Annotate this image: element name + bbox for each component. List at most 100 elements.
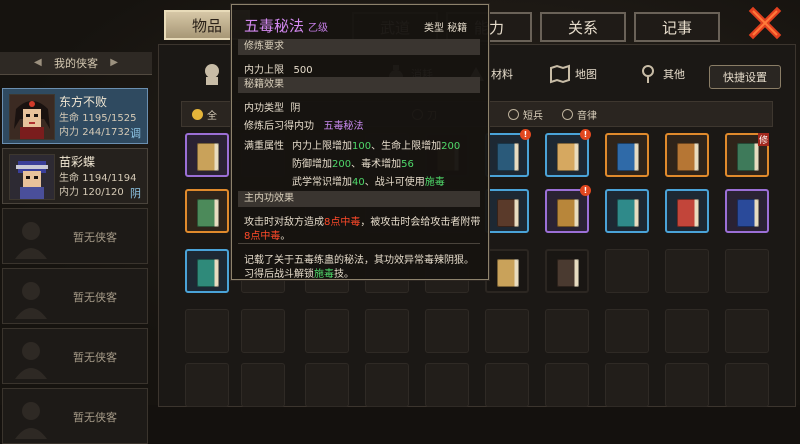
chevron-right-icon: ▶ xyxy=(110,57,118,68)
item-slot[interactable] xyxy=(185,363,229,407)
requirement-row: 内力上限 500 xyxy=(244,65,313,76)
training-badge: 修 xyxy=(757,133,769,146)
book-icon xyxy=(197,259,219,287)
item-slot[interactable] xyxy=(185,133,229,177)
filter-short-weapon[interactable]: 短兵 xyxy=(508,107,543,122)
item-slot[interactable] xyxy=(365,363,409,407)
book-icon xyxy=(557,199,579,227)
book-icon xyxy=(677,143,699,171)
item-slot[interactable] xyxy=(241,309,285,353)
empty-slot-label: 暂无侠客 xyxy=(73,411,117,424)
item-slot[interactable] xyxy=(365,309,409,353)
filter-music[interactable]: 音律 xyxy=(562,107,597,122)
item-slot[interactable] xyxy=(305,309,349,353)
book-icon xyxy=(497,143,519,171)
hero-tag: 阴 xyxy=(130,187,141,200)
book-icon xyxy=(557,143,579,171)
item-slot[interactable] xyxy=(725,249,769,293)
filter-all[interactable]: 全 xyxy=(192,107,217,122)
item-slot[interactable] xyxy=(485,309,529,353)
item-slot[interactable] xyxy=(725,363,769,407)
item-slot[interactable] xyxy=(665,249,709,293)
tooltip-title: 五毒秘法 乙级 xyxy=(244,17,329,35)
radio-dot xyxy=(192,109,203,120)
hero-card-1[interactable]: 东方不败 生命 1195/1525 内力 244/1732 调 xyxy=(2,88,148,144)
item-slot[interactable] xyxy=(305,363,349,407)
inner-effect-line2: 8点中毒。 xyxy=(244,231,291,242)
book-icon xyxy=(557,259,579,287)
new-item-badge: ! xyxy=(580,129,591,140)
item-slot[interactable] xyxy=(185,249,229,293)
hero-mp: 内力 244/1732 xyxy=(59,127,131,138)
empty-hero-slot[interactable]: 暂无侠客 xyxy=(2,208,148,264)
item-slot[interactable] xyxy=(665,309,709,353)
person-silhouette-icon xyxy=(15,282,47,319)
item-slot[interactable] xyxy=(241,363,285,407)
item-slot[interactable] xyxy=(605,309,649,353)
item-slot[interactable] xyxy=(605,133,649,177)
section-effects: 秘籍效果 xyxy=(238,77,480,93)
empty-hero-slot[interactable]: 暂无侠客 xyxy=(2,388,148,444)
hero-portrait-icon xyxy=(9,154,55,200)
item-slot[interactable] xyxy=(605,189,649,233)
section-requirements: 修炼要求 xyxy=(238,39,480,55)
book-icon xyxy=(737,199,759,227)
other-items-icon xyxy=(642,65,654,83)
chevron-left-icon: ◀ xyxy=(34,57,42,68)
book-icon xyxy=(497,199,519,227)
item-slot[interactable] xyxy=(665,133,709,177)
person-silhouette-icon xyxy=(15,342,47,379)
book-icon xyxy=(497,259,519,287)
equipment-category-icon[interactable] xyxy=(199,61,225,87)
empty-hero-slot[interactable]: 暂无侠客 xyxy=(2,268,148,324)
item-slot[interactable] xyxy=(425,309,469,353)
item-slot[interactable] xyxy=(545,249,589,293)
tab-relations[interactable]: 关系 xyxy=(540,12,626,42)
description-line2: 习得后战斗解锁施毒技。 xyxy=(244,269,354,280)
item-slot[interactable] xyxy=(665,189,709,233)
item-slot[interactable] xyxy=(545,309,589,353)
item-slot[interactable] xyxy=(725,189,769,233)
hero-list-title-label: 我的侠客 xyxy=(54,57,98,70)
item-slot[interactable] xyxy=(725,309,769,353)
item-slot[interactable] xyxy=(485,189,529,233)
item-tooltip: 五毒秘法 乙级 类型 秘籍 修炼要求 内力上限 500 秘籍效果 内功类型 阴 修… xyxy=(231,4,489,280)
item-slot[interactable]: ! xyxy=(485,129,531,177)
person-silhouette-icon xyxy=(15,402,47,439)
hero-card-2[interactable]: 苗彩蝶 生命 1194/1194 内力 120/120 阴 xyxy=(2,148,148,204)
category-maps[interactable]: 地图 xyxy=(549,63,597,85)
hero-tag: 调 xyxy=(130,127,141,140)
tab-journal[interactable]: 记事 xyxy=(634,12,720,42)
item-slot[interactable]: 修 xyxy=(725,133,769,177)
person-silhouette-icon xyxy=(15,222,47,259)
item-slot[interactable]: ! xyxy=(545,185,591,233)
item-slot[interactable] xyxy=(605,363,649,407)
item-slot[interactable] xyxy=(545,363,589,407)
empty-slot-label: 暂无侠客 xyxy=(73,291,117,304)
empty-hero-slot[interactable]: 暂无侠客 xyxy=(2,328,148,384)
quick-settings-button[interactable]: 快捷设置 xyxy=(709,65,781,89)
item-slot[interactable] xyxy=(185,309,229,353)
book-icon xyxy=(197,143,219,171)
item-slot[interactable] xyxy=(605,249,649,293)
map-icon xyxy=(550,64,570,84)
item-slot[interactable]: ! xyxy=(545,129,591,177)
hero-name: 苗彩蝶 xyxy=(59,155,96,169)
item-slot[interactable] xyxy=(485,363,529,407)
close-icon[interactable] xyxy=(748,6,782,40)
new-item-badge: ! xyxy=(580,185,591,196)
hero-hp: 生命 1194/1194 xyxy=(59,173,137,184)
inner-type-row: 内功类型 阴 xyxy=(244,103,301,114)
hero-portrait-icon xyxy=(9,94,55,140)
book-icon xyxy=(677,199,699,227)
item-slot[interactable] xyxy=(485,249,529,293)
full-attributes-line2: 防御增加200、毒术增加56 xyxy=(292,159,414,170)
item-slot[interactable] xyxy=(425,363,469,407)
new-item-badge: ! xyxy=(520,129,531,140)
full-attributes-label: 满重属性 xyxy=(244,141,284,152)
hero-hp: 生命 1195/1525 xyxy=(59,113,137,124)
item-slot[interactable] xyxy=(185,189,229,233)
item-slot[interactable] xyxy=(665,363,709,407)
category-other[interactable]: 其他 xyxy=(637,63,685,85)
full-attributes-line3: 武学常识增加40、战斗可使用施毒 xyxy=(292,177,445,188)
